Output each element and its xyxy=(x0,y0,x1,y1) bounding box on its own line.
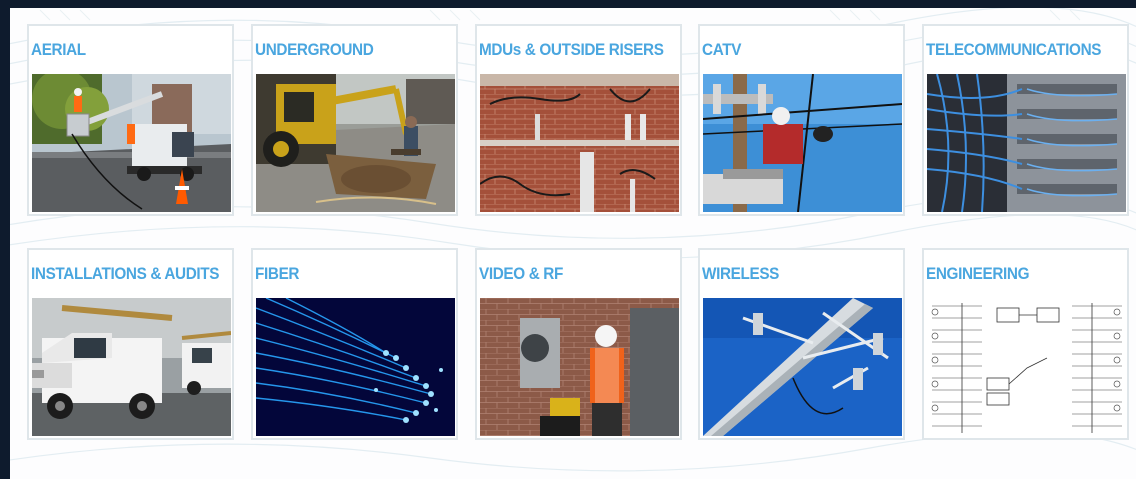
video-rf-photo[interactable] xyxy=(480,298,679,436)
underground-photo[interactable] xyxy=(256,74,455,212)
card-title: VIDEO & RF xyxy=(479,264,563,283)
card-catv[interactable]: CATV xyxy=(698,24,905,216)
fiber-optic-strands-image xyxy=(256,298,455,436)
telecom-photo[interactable] xyxy=(927,74,1126,212)
catv-photo[interactable] xyxy=(703,74,902,212)
card-wireless[interactable]: WIRELESS xyxy=(698,248,905,440)
card-title: UNDERGROUND xyxy=(255,40,374,59)
installations-photo[interactable] xyxy=(32,298,231,436)
card-title: ENGINEERING xyxy=(926,264,1030,283)
wireless-tower-image xyxy=(703,298,902,436)
card-title: FIBER xyxy=(255,264,300,283)
telecom-cabling-rack-image xyxy=(927,74,1126,212)
engineering-photo[interactable] xyxy=(927,298,1126,436)
wireless-photo[interactable] xyxy=(703,298,902,436)
card-installations-audits[interactable]: INSTALLATIONS & AUDITS xyxy=(27,248,234,440)
card-engineering[interactable]: ENGINEERING xyxy=(922,248,1129,440)
card-title: AERIAL xyxy=(31,40,86,59)
card-aerial[interactable]: AERIAL xyxy=(27,24,234,216)
mdus-photo[interactable] xyxy=(480,74,679,212)
technician-wall-box-image xyxy=(480,298,679,436)
card-title: WIRELESS xyxy=(702,264,780,283)
brick-wall-risers-image xyxy=(480,74,679,212)
catv-lineman-pole-image xyxy=(703,74,902,212)
service-trucks-image xyxy=(32,298,231,436)
card-title: MDUs & OUTSIDE RISERS xyxy=(479,40,664,59)
card-title: TELECOMMUNICATIONS xyxy=(926,40,1102,59)
card-mdus-outside-risers[interactable]: MDUs & OUTSIDE RISERS xyxy=(475,24,682,216)
fiber-photo[interactable] xyxy=(256,298,455,436)
card-video-rf[interactable]: VIDEO & RF xyxy=(475,248,682,440)
underground-excavator-image xyxy=(256,74,455,212)
card-title: CATV xyxy=(702,40,742,59)
aerial-bucket-truck-image xyxy=(32,74,231,212)
aerial-photo[interactable] xyxy=(32,74,231,212)
card-fiber[interactable]: FIBER xyxy=(251,248,458,440)
card-underground[interactable]: UNDERGROUND xyxy=(251,24,458,216)
services-panel: AERIAL UNDERGROUND MDUs & OUTSIDE RISERS… xyxy=(10,8,1136,479)
card-telecommunications[interactable]: TELECOMMUNICATIONS xyxy=(922,24,1129,216)
card-title: INSTALLATIONS & AUDITS xyxy=(31,264,220,283)
engineering-schematic-image xyxy=(927,298,1126,436)
